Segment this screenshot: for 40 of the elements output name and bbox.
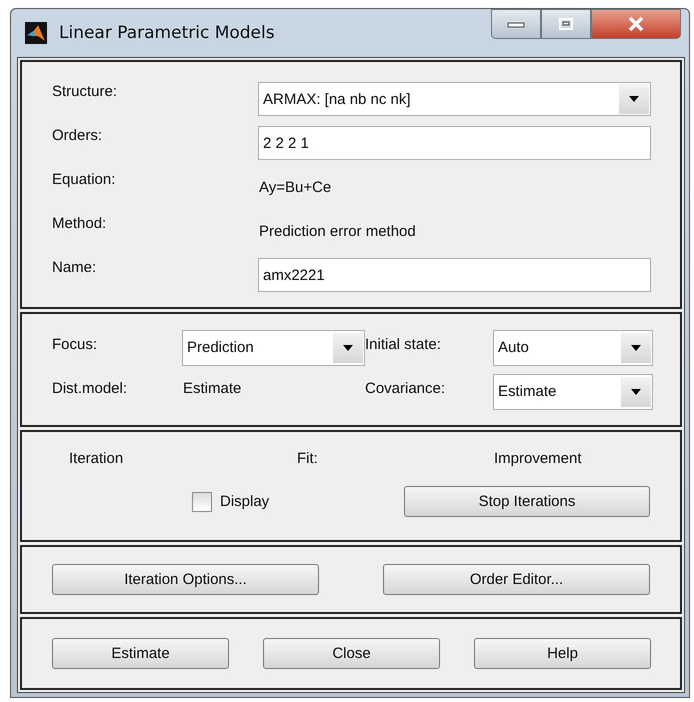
caret-icon (333, 332, 363, 363)
option-dropdown[interactable]: Auto (493, 330, 653, 366)
value-text: Ay=Bu+Ce (258, 178, 332, 196)
field-label: Equation: (52, 171, 116, 188)
option-dropdown[interactable]: Estimate (493, 374, 653, 410)
input-field[interactable]: 2 2 2 1 (258, 126, 651, 160)
value-text: Prediction error method (258, 222, 416, 240)
dialog-button[interactable]: Estimate (52, 638, 229, 670)
column-heading: Fit: (297, 450, 319, 470)
display-checkbox[interactable]: Display (192, 492, 404, 512)
field-label: Orders: (52, 127, 104, 144)
caret-icon (619, 84, 649, 114)
field-label: Method: (52, 215, 108, 232)
dialog-button[interactable]: Close (263, 638, 440, 670)
caret-icon (621, 332, 651, 363)
value-text: Estimate (182, 380, 242, 397)
window-title: Linear Parametric Models (59, 23, 275, 43)
field-label: Initial state: (365, 336, 442, 353)
option-dropdown[interactable]: Prediction (182, 330, 365, 366)
close-icon (626, 16, 646, 32)
minimize-icon (507, 20, 525, 28)
stop-iterations-button[interactable]: Stop Iterations (404, 486, 650, 518)
dialog-button[interactable]: Help (474, 638, 651, 670)
input-field[interactable]: amx2221 (258, 258, 651, 292)
field-label: Covariance: (365, 380, 446, 397)
close-button[interactable] (591, 9, 681, 39)
field-label: Name: (52, 259, 98, 276)
field-label: Structure: (52, 83, 118, 100)
field-label: Focus: (52, 336, 98, 353)
minimize-button[interactable] (491, 9, 541, 39)
column-heading: Improvement (494, 450, 582, 470)
logo-icon (25, 22, 47, 44)
maximize-button[interactable] (541, 9, 591, 39)
column-heading: Iteration (69, 450, 124, 470)
maximize-icon (558, 17, 574, 31)
dialog-button[interactable]: Order Editor... (383, 564, 650, 596)
structure-dropdown[interactable]: ARMAX: [na nb nc nk] (258, 82, 651, 116)
caret-icon (621, 376, 651, 407)
dialog-button[interactable]: Iteration Options... (52, 564, 319, 596)
field-label: Dist.model: (52, 380, 128, 397)
